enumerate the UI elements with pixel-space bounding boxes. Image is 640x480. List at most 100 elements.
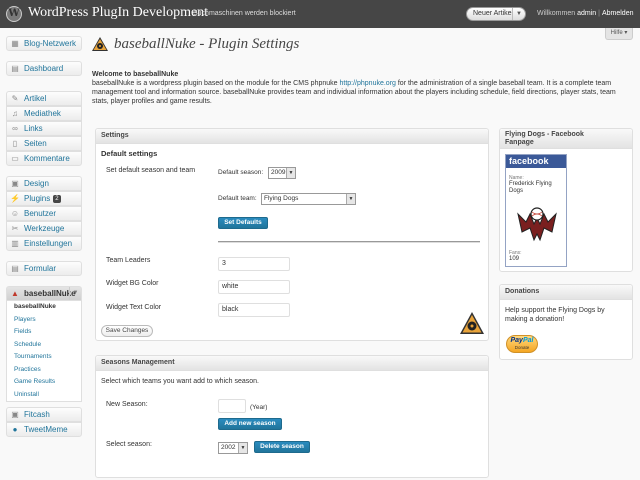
sidebar-item-forms[interactable]: ▤ Formular — [6, 261, 82, 276]
page-icon: ▯ — [12, 139, 18, 148]
submenu-item-fields[interactable]: Fields — [7, 326, 81, 339]
sidebar-item-blog-network[interactable]: ▦ Blog-Netzwerk — [6, 36, 82, 51]
widget-bg-color-input[interactable]: white — [218, 280, 290, 294]
seasons-management-box: Seasons Management Select which teams yo… — [95, 355, 489, 478]
username-link[interactable]: admin — [577, 10, 596, 17]
new-season-input[interactable] — [218, 399, 246, 413]
settings-box-title[interactable]: Settings — [96, 129, 488, 144]
facebook-widget[interactable]: facebook Name: Frederick Flying Dogs Fan… — [505, 154, 567, 267]
help-tab[interactable]: Hilfe ▾ — [605, 28, 633, 40]
facebook-box-title-line1: Flying Dogs - Facebook — [505, 131, 584, 138]
sidebar-item-tools[interactable]: ✂ Werkzeuge — [6, 221, 82, 236]
comment-icon: ▭ — [11, 154, 19, 163]
default-team-select[interactable]: Flying Dogs ▼ — [261, 193, 356, 205]
select-season-label: Select season: — [106, 441, 152, 448]
chevron-down-icon: ▼ — [346, 194, 355, 204]
sidebar-item-comments[interactable]: ▭ Kommentare — [6, 151, 82, 166]
sidebar-item-label: Dashboard — [24, 64, 64, 73]
submenu-item-players[interactable]: Players — [7, 314, 81, 327]
plugin-icon: ⚡ — [10, 194, 20, 203]
year-hint: (Year) — [250, 404, 268, 411]
default-team-value: Flying Dogs — [264, 195, 299, 202]
delete-season-button[interactable]: Delete season — [254, 441, 310, 453]
sidebar-item-baseballnuke[interactable]: ▲ baseballNuke ▼ — [6, 286, 82, 301]
phpnuke-link[interactable]: http://phpnuke.org — [339, 80, 395, 87]
appearance-icon: ▣ — [11, 179, 19, 188]
logout-link[interactable]: Abmelden — [602, 10, 634, 17]
page-title: baseballNuke - Plugin Settings — [114, 36, 300, 52]
sidebar-item-label: Formular — [24, 264, 57, 273]
form-icon: ▤ — [11, 264, 19, 273]
paypal-donate-button[interactable]: PayPal Donate — [506, 335, 538, 353]
set-defaults-button[interactable]: Set Defaults — [218, 217, 268, 229]
donations-box-title[interactable]: Donations — [500, 285, 632, 300]
chevron-down-icon: ▼ — [238, 443, 247, 453]
sidebar-item-label: Fitcash — [24, 410, 50, 419]
new-article-dropdown[interactable]: Neuer Artikel ▼ — [466, 7, 526, 21]
sidebar-item-fitcash[interactable]: ▣ Fitcash — [6, 407, 82, 422]
set-default-label: Set default season and team — [106, 167, 196, 174]
sidebar-item-label: Links — [24, 124, 43, 133]
facebook-logo: facebook — [506, 155, 566, 168]
donations-text: Help support the Flying Dogs by making a… — [505, 307, 605, 323]
sidebar-item-dashboard[interactable]: ▤ Dashboard — [6, 61, 82, 76]
settings-icon: ▥ — [11, 239, 19, 248]
default-season-select[interactable]: 2009 ▼ — [268, 167, 296, 179]
plugins-update-badge: 2 — [53, 195, 61, 203]
add-new-season-button[interactable]: Add new season — [218, 418, 282, 430]
welcome-prefix: Willkommen — [537, 10, 578, 17]
save-changes-button[interactable]: Save Changes — [101, 325, 153, 337]
chevron-down-icon[interactable]: ▼ — [69, 287, 81, 300]
sidebar-item-label: Design — [24, 179, 49, 188]
pin-icon: ✎ — [11, 94, 19, 103]
sidebar-item-design[interactable]: ▣ Design — [6, 176, 82, 191]
sidebar-item-posts[interactable]: ✎ Artikel — [6, 91, 82, 106]
sidebar-item-media[interactable]: ♫ Mediathek — [6, 106, 82, 121]
fan-page-name[interactable]: Frederick Flying Dogs — [509, 181, 565, 195]
team-leaders-input[interactable]: 3 — [218, 257, 290, 271]
sidebar-item-plugins[interactable]: ⚡ Plugins 2 — [6, 191, 82, 206]
sidebar-item-users[interactable]: ☺ Benutzer — [6, 206, 82, 221]
intro-text: Welcome to baseballNuke baseballNuke is … — [92, 70, 632, 106]
tools-icon: ✂ — [11, 224, 19, 233]
sidebar-item-label: Werkzeuge — [24, 224, 65, 233]
user-welcome: Willkommen admin | Abmelden — [537, 10, 634, 17]
sidebar-item-label: Mediathek — [24, 109, 61, 118]
radiation-warning-icon — [92, 37, 108, 51]
submenu-item-game-results[interactable]: Game Results — [7, 376, 81, 389]
intro-text-before-link: baseballNuke is a wordpress plugin based… — [92, 80, 340, 87]
widget-text-color-label: Widget Text Color — [106, 304, 162, 311]
sidebar-item-settings[interactable]: ▥ Einstellungen — [6, 236, 82, 251]
submenu-item-practices[interactable]: Practices — [7, 364, 81, 377]
facebook-box-title[interactable]: Flying Dogs - Facebook Fanpage — [500, 129, 632, 149]
media-icon: ♫ — [12, 109, 18, 118]
sidebar-item-links[interactable]: ∞ Links — [6, 121, 82, 136]
seasons-box-title[interactable]: Seasons Management — [96, 356, 488, 371]
baseballnuke-icon: ▲ — [11, 289, 19, 298]
sidebar-item-label: baseballNuke — [24, 289, 76, 298]
wordpress-logo-icon[interactable]: W — [6, 6, 22, 22]
submenu-item-uninstall[interactable]: Uninstall — [7, 389, 81, 402]
widget-text-color-input[interactable]: black — [218, 303, 290, 317]
widget-bg-color-label: Widget BG Color — [106, 280, 159, 287]
sidebar-item-pages[interactable]: ▯ Seiten — [6, 136, 82, 151]
submenu-item-baseballnuke[interactable]: baseballNuke — [7, 301, 81, 314]
new-season-label: New Season: — [106, 401, 148, 408]
default-season-value: 2009 — [271, 169, 286, 176]
default-settings-heading: Default settings — [101, 149, 158, 158]
chevron-down-icon[interactable]: ▼ — [512, 8, 525, 20]
paypal-logo: PayPal — [510, 337, 534, 344]
tweetmeme-icon: ● — [12, 425, 18, 434]
privacy-note: Suchmaschinen werden blockiert — [193, 10, 296, 17]
sidebar-item-tweetmeme[interactable]: ● TweetMeme — [6, 422, 82, 437]
submenu-item-tournaments[interactable]: Tournaments — [7, 351, 81, 364]
sidebar-item-label: Benutzer — [24, 209, 57, 218]
donate-label: Donate — [514, 345, 530, 350]
submenu-item-schedule[interactable]: Schedule — [7, 339, 81, 352]
team-leaders-label: Team Leaders — [106, 257, 151, 264]
default-season-label: Default season: — [218, 169, 264, 176]
sidebar-item-label: TweetMeme — [24, 425, 68, 434]
intro-heading: Welcome to baseballNuke — [92, 71, 179, 78]
select-season-select[interactable]: 2002 ▼ — [218, 442, 248, 454]
site-title[interactable]: WordPress PlugIn Development — [28, 5, 208, 21]
